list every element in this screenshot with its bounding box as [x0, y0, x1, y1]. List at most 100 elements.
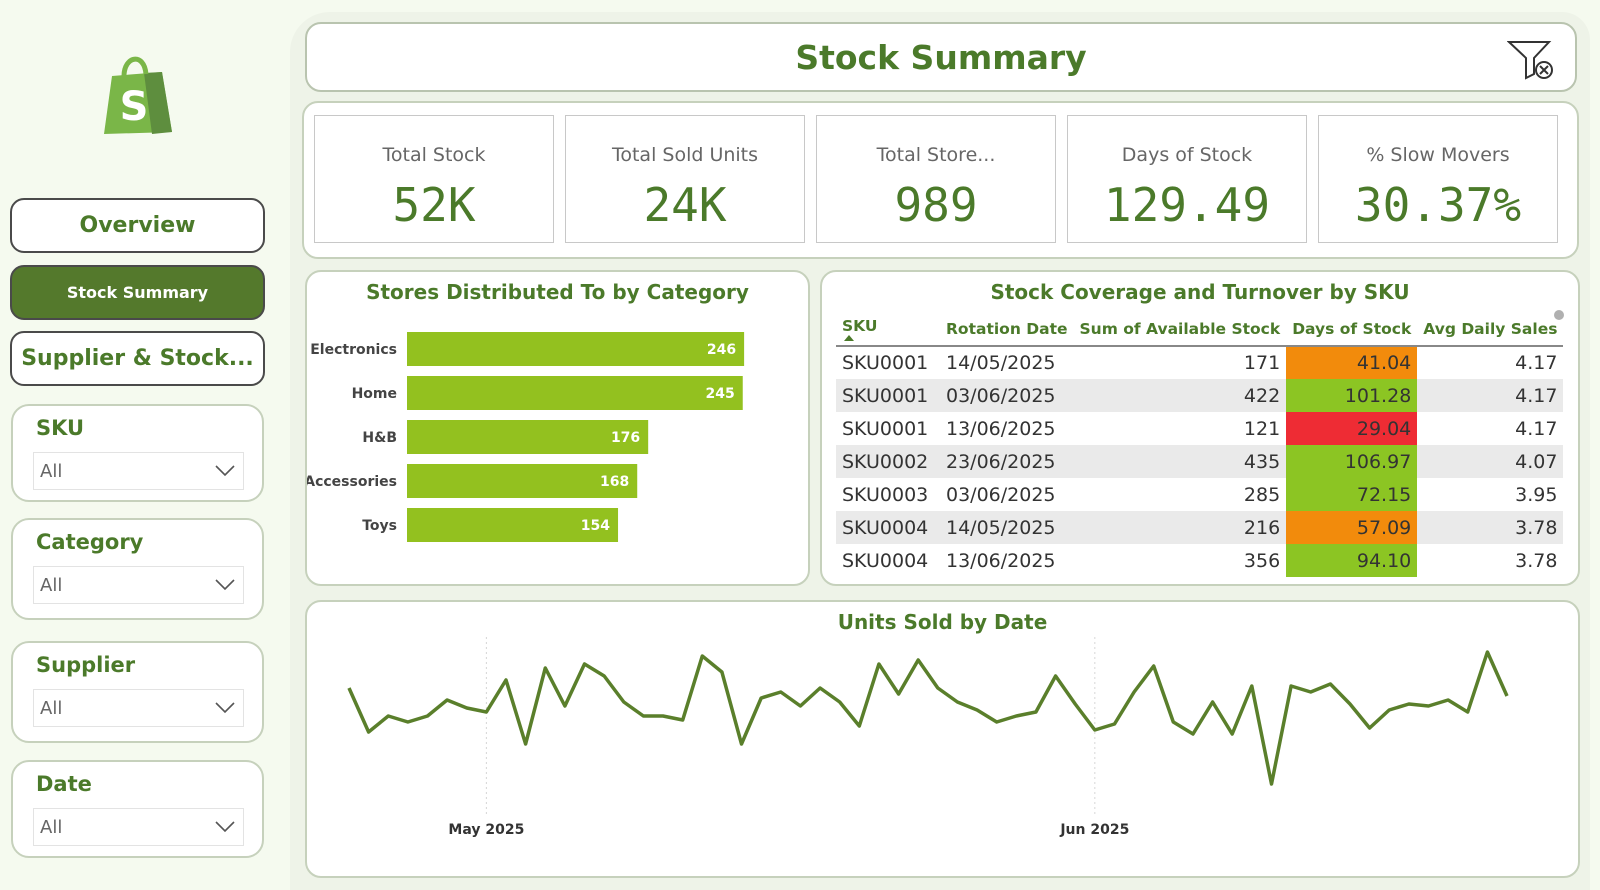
data-point[interactable] [1109, 719, 1119, 729]
column-header-days-of-stock[interactable]: Days of Stock [1286, 312, 1418, 347]
data-point[interactable] [599, 671, 609, 681]
column-header-avg-daily-sales[interactable]: Avg Daily Sales [1417, 312, 1564, 347]
sku-cell: SKU0004 [842, 549, 929, 572]
data-point[interactable] [364, 727, 374, 737]
slicer-title: SKU [36, 416, 85, 440]
data-point[interactable] [1227, 729, 1237, 739]
data-point[interactable] [717, 667, 727, 677]
data-point[interactable] [1051, 671, 1061, 681]
days-of-stock-cell: 101.28 [1286, 379, 1418, 412]
slicer-title: Supplier [36, 653, 136, 677]
data-point[interactable] [383, 711, 393, 721]
data-point[interactable] [933, 683, 943, 693]
series-line[interactable] [347, 650, 1509, 786]
data-point[interactable] [854, 721, 864, 731]
data-point[interactable] [423, 711, 433, 721]
data-point[interactable] [1286, 681, 1296, 691]
data-point[interactable] [1011, 711, 1021, 721]
data-point[interactable] [1129, 687, 1139, 697]
data-point[interactable] [1266, 779, 1276, 789]
table-row[interactable]: SKU0001 03/06/2025 422 101.28 4.17 [836, 379, 1564, 412]
supplier-dropdown[interactable]: All [33, 689, 244, 727]
data-point[interactable] [756, 693, 766, 703]
data-point[interactable] [619, 697, 629, 707]
data-point[interactable] [1306, 687, 1316, 697]
category-label: Electronics [310, 342, 397, 358]
nav-overview-button[interactable]: Overview [10, 198, 265, 253]
data-point[interactable] [1502, 691, 1512, 701]
date-cell: 23/06/2025 [940, 445, 1074, 478]
avg-sales-cell: 3.95 [1515, 483, 1558, 506]
kpi-label: Total Stock [382, 144, 486, 166]
data-point[interactable] [442, 695, 452, 705]
data-point[interactable] [1070, 699, 1080, 709]
date-dropdown[interactable]: All [33, 808, 244, 846]
data-point[interactable] [1247, 681, 1257, 691]
nav-supplier-stock-button[interactable]: Supplier & Stock... [10, 331, 265, 386]
stock-cell: 422 [1073, 379, 1287, 412]
sku-cell: SKU0002 [836, 445, 940, 478]
nav-stock-summary-button[interactable]: Stock Summary [10, 265, 265, 320]
data-point[interactable] [678, 715, 688, 725]
column-header-rotation-date[interactable]: Rotation Date [940, 312, 1074, 347]
data-point[interactable] [737, 739, 747, 749]
data-point[interactable] [1345, 699, 1355, 709]
data-point[interactable] [1188, 729, 1198, 739]
bar[interactable] [407, 332, 745, 366]
data-point[interactable] [1365, 723, 1375, 733]
table-row[interactable]: SKU0004 13/06/2025 356 94.10 3.78 [836, 544, 1563, 577]
data-point[interactable] [1463, 707, 1473, 717]
table-row[interactable]: SKU0004 14/05/2025 216 57.09 3.78 [836, 511, 1564, 544]
data-point[interactable] [1031, 707, 1041, 717]
table-row[interactable]: SKU0003 03/06/2025 285 72.15 3.95 [836, 478, 1563, 511]
data-point[interactable] [913, 655, 923, 665]
column-header-sku[interactable]: SKU [836, 312, 940, 347]
data-point[interactable] [560, 701, 570, 711]
stock-cell: 435 [1073, 445, 1287, 478]
kpi-card-total-stores: Total Store... 989 [816, 115, 1056, 243]
category-dropdown[interactable]: All [33, 566, 244, 604]
clear-filter-icon[interactable] [1507, 38, 1555, 82]
bar[interactable] [407, 376, 743, 410]
data-point[interactable] [1443, 695, 1453, 705]
data-point[interactable] [638, 711, 648, 721]
data-point[interactable] [697, 651, 707, 661]
data-point[interactable] [776, 687, 786, 697]
x-tick-label: May 2025 [448, 822, 524, 838]
data-point[interactable] [894, 689, 904, 699]
date-cell: 03/06/2025 [946, 483, 1056, 506]
data-point[interactable] [462, 703, 472, 713]
data-point[interactable] [1208, 697, 1218, 707]
kpi-row: Total Stock 52K Total Sold Units 24K Tot… [302, 101, 1579, 259]
data-point[interactable] [835, 697, 845, 707]
data-point[interactable] [795, 701, 805, 711]
data-point[interactable] [1404, 699, 1414, 709]
data-point[interactable] [580, 659, 590, 669]
data-point[interactable] [992, 717, 1002, 727]
data-point[interactable] [1168, 717, 1178, 727]
data-point[interactable] [540, 663, 550, 673]
data-point[interactable] [1482, 647, 1492, 657]
data-point[interactable] [874, 659, 884, 669]
data-point[interactable] [1423, 701, 1433, 711]
data-point[interactable] [952, 697, 962, 707]
table-row[interactable]: SKU0001 13/06/2025 121 29.04 4.17 [836, 412, 1563, 445]
data-point[interactable] [481, 707, 491, 717]
data-point[interactable] [1384, 705, 1394, 715]
data-point[interactable] [1090, 725, 1100, 735]
data-point[interactable] [1325, 679, 1335, 689]
data-point[interactable] [815, 683, 825, 693]
column-header-available-stock[interactable]: Sum of Available Stock [1073, 312, 1287, 347]
data-point[interactable] [972, 705, 982, 715]
chevron-down-icon [215, 821, 235, 833]
table-row[interactable]: SKU0002 23/06/2025 435 106.97 4.07 [836, 445, 1564, 478]
data-point[interactable] [403, 717, 413, 727]
data-point[interactable] [501, 675, 511, 685]
avg-sales-cell: 4.17 [1417, 379, 1564, 412]
table-row[interactable]: SKU0001 14/05/2025 171 41.04 4.17 [836, 346, 1563, 379]
sku-dropdown[interactable]: All [33, 452, 244, 490]
data-point[interactable] [1149, 661, 1159, 671]
data-point[interactable] [521, 739, 531, 749]
data-point[interactable] [344, 683, 354, 693]
data-point[interactable] [658, 711, 668, 721]
